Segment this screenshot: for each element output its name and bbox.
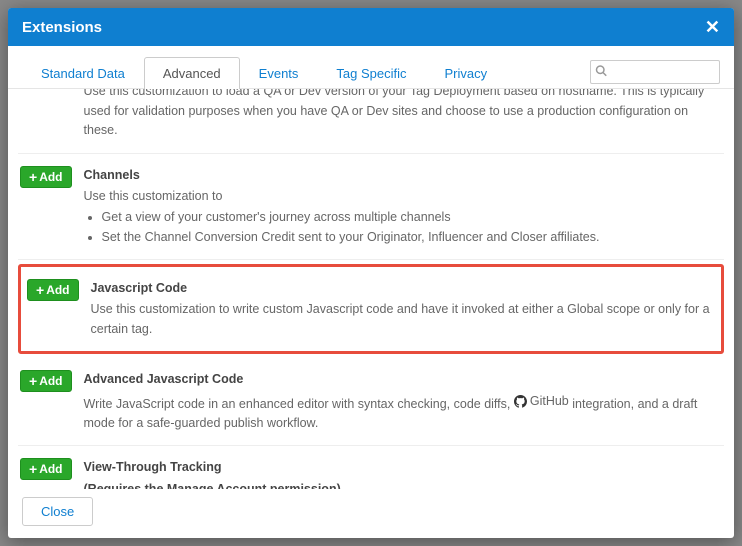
add-button[interactable]: +Add [20,166,72,188]
tab-bar: Standard Data Advanced Events Tag Specif… [8,46,734,89]
close-button[interactable]: Close [22,497,93,526]
ext-title: Advanced Javascript Code [84,370,722,389]
plus-icon: + [29,374,37,388]
ext-title: View-Through Tracking [84,458,722,477]
search-input[interactable] [590,60,720,84]
ext-title: Javascript Code [91,279,715,298]
list-item: Get a view of your customer's journey ac… [102,208,722,227]
ext-view-through: +Add View-Through Tracking (Requires the… [18,446,724,489]
github-icon [514,395,527,408]
ext-domain-deployment: +Add Domain Based Deployment Use this cu… [18,89,724,154]
github-inline: GitHub [514,392,569,411]
ext-desc: Use this customization to [84,187,722,206]
plus-icon: + [29,462,37,476]
tab-events[interactable]: Events [240,57,318,89]
search-wrap [590,60,720,84]
extensions-list[interactable]: +Add Domain Based Deployment Use this cu… [8,89,734,489]
add-button[interactable]: +Add [20,370,72,392]
ext-subtitle: (Requires the Manage Account permission) [84,480,722,489]
tab-advanced[interactable]: Advanced [144,57,240,89]
ext-advanced-js: +Add Advanced Javascript Code Write Java… [18,358,724,446]
list-item: Set the Channel Conversion Credit sent t… [102,228,722,247]
ext-javascript-code: +Add Javascript Code Use this customizat… [18,264,724,354]
plus-icon: + [36,283,44,297]
ext-desc: Write JavaScript code in an enhanced edi… [84,392,722,434]
ext-desc: Use this customization to write custom J… [91,300,715,339]
ext-title: Channels [84,166,722,185]
tab-standard-data[interactable]: Standard Data [22,57,144,89]
add-button[interactable]: +Add [27,279,79,301]
modal-footer: Close [8,489,734,538]
add-button[interactable]: +Add [20,458,72,480]
modal-header: Extensions ✕ [8,8,734,46]
ext-desc: Use this customization to load a QA or D… [84,89,722,141]
close-icon[interactable]: ✕ [705,18,720,36]
ext-channels: +Add Channels Use this customization to … [18,154,724,261]
extensions-modal: Extensions ✕ Standard Data Advanced Even… [8,8,734,538]
search-icon [595,65,607,80]
tab-privacy[interactable]: Privacy [426,57,507,89]
modal-title: Extensions [22,19,102,36]
tab-tag-specific[interactable]: Tag Specific [317,57,425,89]
plus-icon: + [29,170,37,184]
